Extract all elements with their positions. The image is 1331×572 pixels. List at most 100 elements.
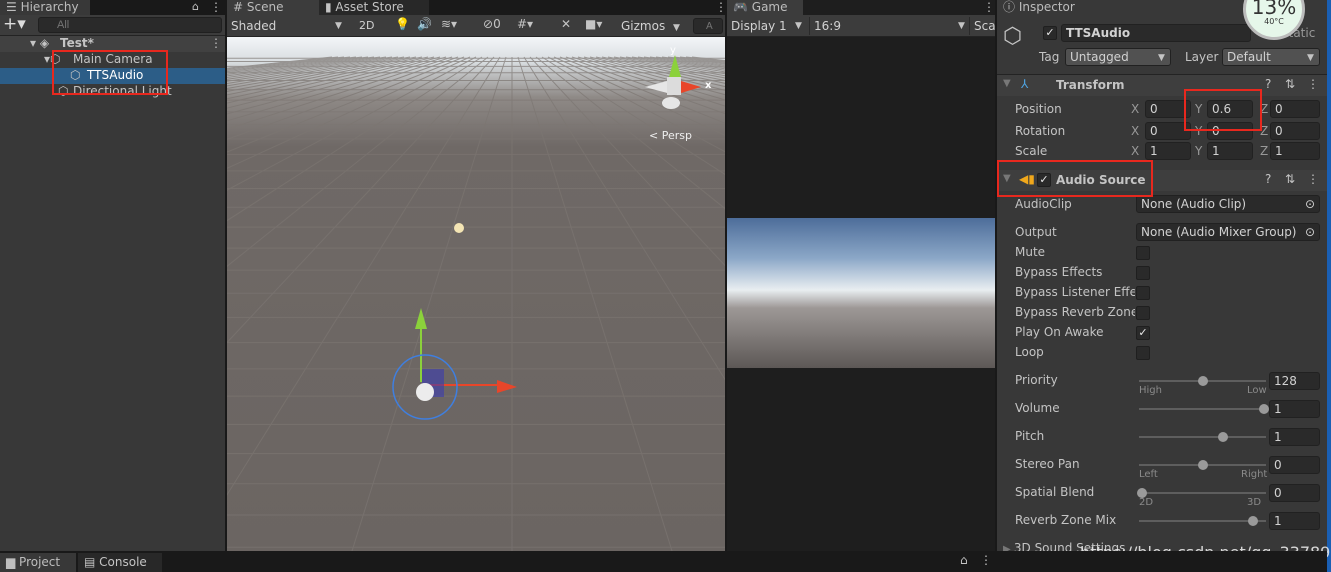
grid-icon[interactable]: #▾ (517, 17, 533, 31)
hierarchy-search-input[interactable] (38, 17, 222, 33)
grid-line (553, 56, 725, 136)
priority-field[interactable]: 128 (1269, 372, 1320, 390)
volume-field[interactable]: 1 (1269, 400, 1320, 418)
pitch-field[interactable]: 1 (1269, 428, 1320, 446)
audio-source-header[interactable]: ▼ ◀▮ ✓ Audio Source ? ⇅ ⋮ (997, 170, 1331, 191)
priority-slider-knob[interactable] (1198, 376, 1208, 386)
lock-icon[interactable]: ⌂ (960, 553, 968, 567)
rotation-y-field[interactable]: 0 (1207, 122, 1253, 140)
stereo-pan-slider[interactable] (1139, 460, 1266, 470)
visibility-icon[interactable]: ⊘0 (483, 17, 501, 31)
scale-y-field[interactable]: 1 (1207, 142, 1253, 160)
tools-icon[interactable]: ✕ (561, 17, 571, 31)
tab-hierarchy[interactable]: ☰ Hierarchy (0, 0, 90, 15)
list-icon: ☰ (6, 0, 21, 14)
2d-toggle[interactable]: 2D (355, 17, 374, 35)
lighting-icon[interactable]: 💡 (395, 17, 410, 31)
scale-x-field[interactable]: 1 (1145, 142, 1191, 160)
tag-dropdown[interactable]: Untagged ▼ (1065, 48, 1171, 66)
layer-dropdown[interactable]: Default ▼ (1222, 48, 1320, 66)
mute-checkbox[interactable] (1136, 246, 1150, 260)
bypass-effects-checkbox[interactable] (1136, 266, 1150, 280)
transform-header[interactable]: ▼ ⅄ Transform ? ⇅ ⋮ (997, 75, 1331, 96)
play-on-awake-checkbox[interactable]: ✓ (1136, 326, 1150, 340)
grid-line (227, 56, 417, 96)
stereo-pan-slider-knob[interactable] (1198, 460, 1208, 470)
scene-menu-icon[interactable]: ⋮ (210, 36, 222, 50)
display-dropdown[interactable]: Display 1 ▼ (727, 17, 807, 35)
camera-icon[interactable]: ■▾ (585, 17, 602, 31)
grid-line (351, 56, 507, 551)
tab-inspector[interactable]: ⓘ Inspector (997, 0, 1089, 15)
spatial-blend-slider[interactable] (1137, 488, 1266, 498)
spatial-blend-field[interactable]: 0 (1269, 484, 1320, 502)
help-icon[interactable]: ? (1265, 77, 1271, 91)
output-field[interactable]: None (Audio Mixer Group) ⊙ (1136, 223, 1320, 241)
inspector-panel: ⓘ Inspector ⬡ ✓ TTSAudio Static Tag Unta… (997, 0, 1331, 555)
reverb-zone-mix-slider-knob[interactable] (1248, 516, 1259, 526)
grid-line (227, 56, 339, 70)
stereo-pan-field[interactable]: 0 (1269, 456, 1320, 474)
list-item[interactable]: ⬡ TTSAudio (0, 68, 225, 84)
tab-asset-store[interactable]: ▮ Asset Store (319, 0, 429, 15)
scene-grid (227, 56, 725, 551)
grid-line (227, 56, 441, 115)
position-z-field[interactable]: 0 (1270, 100, 1320, 118)
tab-game[interactable]: 🎮 Game (727, 0, 803, 15)
scale-slider[interactable]: Sca (969, 17, 996, 35)
scene-search-input[interactable] (693, 18, 723, 34)
grid-line (227, 56, 411, 93)
priority-slider[interactable] (1139, 376, 1266, 386)
persp-label[interactable]: < Persp (649, 129, 692, 142)
x-axis-handle (497, 380, 517, 393)
volume-slider[interactable] (1139, 404, 1269, 414)
menu-icon[interactable]: ⋮ (715, 0, 727, 14)
orientation-gizmo[interactable] (641, 49, 701, 109)
bypass-listener-effects-checkbox[interactable] (1136, 286, 1150, 300)
audioclip-field[interactable]: None (Audio Clip) ⊙ (1136, 195, 1320, 213)
grid-line (691, 56, 725, 62)
pitch-slider-knob[interactable] (1218, 432, 1229, 442)
rotation-z-field[interactable]: 0 (1270, 122, 1320, 140)
object-name-input[interactable]: TTSAudio (1061, 24, 1251, 42)
rotation-x-field[interactable]: 0 (1145, 122, 1191, 140)
bypass-reverb-zones-checkbox[interactable] (1136, 306, 1150, 320)
reverb-zone-mix-field[interactable]: 1 (1269, 512, 1320, 530)
tab-scene[interactable]: # Scene (227, 0, 319, 15)
list-item[interactable]: ⬡ Directional Light (0, 84, 225, 100)
reverb-zone-mix-slider[interactable] (1139, 516, 1266, 526)
help-icon[interactable]: ? (1265, 172, 1271, 186)
audio-icon[interactable]: 🔊 (417, 17, 432, 31)
volume-slider-knob[interactable] (1259, 404, 1269, 414)
effects-icon[interactable]: ≋▾ (441, 17, 457, 31)
menu-icon[interactable]: ⋮ (983, 0, 995, 14)
scene-root-item[interactable]: Test* (60, 36, 94, 50)
shading-dropdown[interactable]: Shaded ▼ (227, 17, 347, 35)
scene-unity-icon: ▾ ◈ (30, 36, 50, 50)
list-item[interactable]: ▾⬡ Main Camera (0, 52, 225, 68)
preset-icon[interactable]: ⇅ (1285, 77, 1295, 91)
add-button[interactable]: +▾ (3, 14, 26, 34)
position-y-field[interactable]: 0.6 (1207, 100, 1253, 118)
tab-console[interactable]: ▤ Console (78, 553, 162, 572)
grid-line (547, 56, 725, 153)
scale-z-field[interactable]: 1 (1270, 142, 1320, 160)
grid-line (227, 56, 369, 77)
speaker-icon: ◀▮ (1019, 172, 1035, 186)
menu-icon[interactable]: ⋮ (1307, 172, 1319, 186)
active-checkbox[interactable]: ✓ (1043, 26, 1057, 40)
menu-icon[interactable]: ⋮ (210, 0, 222, 14)
cube-icon[interactable]: ⬡ (1003, 24, 1022, 49)
pitch-slider[interactable] (1139, 432, 1266, 442)
lock-icon[interactable]: ⌂ (192, 0, 199, 13)
gizmos-dropdown[interactable]: Gizmos ▼ (617, 17, 683, 35)
menu-icon[interactable]: ⋮ (980, 553, 992, 567)
loop-checkbox[interactable] (1136, 346, 1150, 360)
position-x-field[interactable]: 0 (1145, 100, 1191, 118)
aspect-dropdown[interactable]: 16:9 ▼ (809, 17, 967, 35)
preset-icon[interactable]: ⇅ (1285, 172, 1295, 186)
audio-source-enabled-checkbox[interactable]: ✓ (1037, 173, 1051, 187)
menu-icon[interactable]: ⋮ (1307, 77, 1319, 91)
tab-project[interactable]: ▆ Project (0, 553, 76, 572)
scene-viewport[interactable]: y x < Persp (227, 37, 725, 551)
